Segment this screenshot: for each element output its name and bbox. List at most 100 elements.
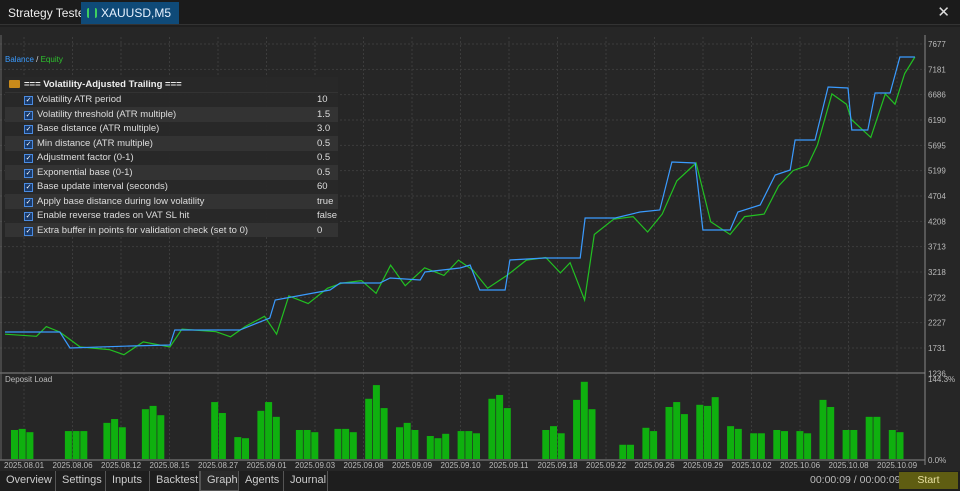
deposit-load-bar bbox=[542, 429, 550, 459]
x-tick-label: 2025.09.09 bbox=[392, 461, 433, 470]
param-value[interactable]: 0.5 bbox=[317, 137, 330, 152]
x-tick-label: 2025.09.26 bbox=[635, 461, 676, 470]
legend-separator: / bbox=[33, 55, 41, 64]
param-value[interactable]: true bbox=[317, 195, 333, 210]
x-tick-label: 2025.09.22 bbox=[586, 461, 627, 470]
param-row[interactable]: ✓ Volatility ATR period 10 bbox=[5, 92, 338, 107]
x-tick-label: 2025.09.10 bbox=[441, 461, 482, 470]
param-label: Adjustment factor (0-1) bbox=[37, 152, 134, 163]
graph-panel: 7677 7181 6686 6190 5695 5199 4704 4208 3713 3218… bbox=[0, 27, 960, 471]
tab-inputs[interactable]: Inputs bbox=[106, 471, 150, 491]
param-label: Min distance (ATR multiple) bbox=[37, 137, 153, 149]
deposit-load-bar bbox=[773, 429, 781, 459]
param-value[interactable]: 0.5 bbox=[317, 166, 330, 181]
param-row[interactable]: ✓ Apply base distance during low volatili… bbox=[5, 193, 338, 210]
tab-journal[interactable]: Journal bbox=[284, 471, 328, 491]
param-row[interactable]: ✓ Enable reverse trades on VAT SL hit fals… bbox=[5, 208, 338, 223]
deposit-load-title: Deposit Load bbox=[5, 375, 52, 384]
close-icon[interactable]: ✕ bbox=[937, 3, 950, 21]
checkbox[interactable]: ✓ bbox=[24, 183, 33, 192]
param-row[interactable]: ✓ Exponential base (0-1) 0.5 bbox=[5, 164, 338, 181]
deposit-load-bar bbox=[473, 433, 480, 459]
deposit-load-bar bbox=[118, 427, 126, 459]
param-group-header[interactable]: === Volatility-Adjusted Trailing === bbox=[5, 77, 338, 92]
x-tick-label: 2025.10.09 bbox=[877, 461, 918, 470]
deposit-load-bar bbox=[234, 437, 242, 459]
param-label: Base update interval (seconds) bbox=[37, 181, 168, 192]
param-label: Base distance (ATR multiple) bbox=[37, 123, 160, 134]
deposit-load-bar bbox=[619, 444, 627, 459]
checkbox[interactable]: ✓ bbox=[24, 154, 33, 163]
x-tick-label: 2025.09.01 bbox=[247, 461, 288, 470]
param-row[interactable]: ✓ Extra buffer in points for validation c… bbox=[5, 222, 338, 239]
deposit-load-bar bbox=[496, 394, 504, 459]
x-tick-label: 2025.09.29 bbox=[683, 461, 724, 470]
checkbox[interactable]: ✓ bbox=[24, 139, 33, 149]
param-label: Enable reverse trades on VAT SL hit bbox=[37, 210, 190, 221]
param-row[interactable]: ✓ Volatility threshold (ATR multiple) 1.5 bbox=[5, 106, 338, 123]
param-row[interactable]: ✓ Base update interval (seconds) 60 bbox=[5, 179, 338, 194]
deposit-load-bar bbox=[18, 428, 26, 459]
deposit-load-bar bbox=[488, 398, 496, 459]
deposit-load-bar bbox=[503, 408, 511, 459]
deposit-load-bar bbox=[434, 438, 442, 459]
deposit-load-bar bbox=[111, 419, 119, 459]
x-tick-label: 2025.08.01 bbox=[4, 461, 45, 470]
folder-icon bbox=[9, 80, 20, 88]
deposit-load-bar bbox=[218, 413, 226, 459]
param-value[interactable]: false bbox=[317, 209, 337, 224]
load-max-label: 144.3% bbox=[928, 375, 955, 384]
deposit-load-bar bbox=[673, 402, 681, 459]
legend-equity: Equity bbox=[40, 55, 63, 64]
tab-agents[interactable]: Agents bbox=[239, 471, 284, 491]
deposit-load-bar bbox=[757, 433, 765, 459]
checkbox[interactable]: ✓ bbox=[24, 226, 33, 236]
checkbox[interactable]: ✓ bbox=[24, 168, 33, 178]
y-tick-label: 5199 bbox=[928, 167, 946, 176]
tab-overview[interactable]: Overview bbox=[0, 471, 56, 491]
deposit-load-bar bbox=[272, 416, 280, 459]
param-row[interactable]: ✓ Adjustment factor (0-1) 0.5 bbox=[5, 150, 338, 165]
param-label: Volatility threshold (ATR multiple) bbox=[37, 108, 177, 120]
deposit-load-bar bbox=[680, 414, 688, 459]
param-label: Apply base distance during low volatilit… bbox=[37, 195, 205, 207]
param-row[interactable]: ✓ Base distance (ATR multiple) 3.0 bbox=[5, 121, 338, 136]
deposit-load-bar bbox=[103, 422, 111, 459]
param-value[interactable]: 3.0 bbox=[317, 122, 330, 137]
checkbox[interactable]: ✓ bbox=[24, 212, 33, 221]
tab-symbol[interactable]: XAUUSD,M5 bbox=[81, 2, 180, 24]
param-value[interactable]: 1.5 bbox=[317, 108, 330, 123]
checkbox[interactable]: ✓ bbox=[24, 125, 33, 134]
tab-settings[interactable]: Settings bbox=[56, 471, 106, 491]
deposit-load-bar bbox=[550, 426, 557, 459]
symbol-label: XAUUSD,M5 bbox=[101, 6, 172, 20]
start-button[interactable]: Start bbox=[899, 472, 958, 489]
legend-balance: Balance bbox=[5, 55, 34, 64]
deposit-load-bar bbox=[696, 404, 704, 459]
param-value[interactable]: 0 bbox=[317, 224, 322, 239]
y-tick-label: 3713 bbox=[928, 243, 946, 252]
checkbox[interactable]: ✓ bbox=[24, 110, 33, 120]
param-value[interactable]: 60 bbox=[317, 180, 328, 195]
y-tick-label: 7677 bbox=[928, 40, 946, 49]
x-tick-label: 2025.08.12 bbox=[101, 461, 142, 470]
x-tick-label: 2025.10.08 bbox=[829, 461, 870, 470]
deposit-load-bar bbox=[642, 427, 650, 459]
deposit-load-bar bbox=[311, 432, 319, 459]
param-row[interactable]: ✓ Min distance (ATR multiple) 0.5 bbox=[5, 135, 338, 152]
x-tick-label: 2025.09.18 bbox=[538, 461, 579, 470]
title-bar: Strategy Tester XAUUSD,M5 ✕ bbox=[0, 0, 960, 25]
deposit-load-bar bbox=[11, 429, 18, 459]
chart-icon bbox=[87, 8, 97, 18]
checkbox[interactable]: ✓ bbox=[24, 96, 33, 105]
tab-backtest[interactable]: Backtest bbox=[150, 471, 200, 491]
deposit-load-bar bbox=[704, 405, 711, 459]
param-label: Extra buffer in points for validation ch… bbox=[37, 224, 249, 236]
deposit-load-bar bbox=[865, 416, 873, 459]
deposit-load-bar bbox=[242, 438, 249, 459]
tab-graph[interactable]: Graph bbox=[200, 471, 239, 491]
checkbox[interactable]: ✓ bbox=[24, 197, 33, 207]
param-value[interactable]: 0.5 bbox=[317, 151, 330, 166]
deposit-load-bar bbox=[665, 406, 673, 459]
param-value[interactable]: 10 bbox=[317, 93, 328, 108]
